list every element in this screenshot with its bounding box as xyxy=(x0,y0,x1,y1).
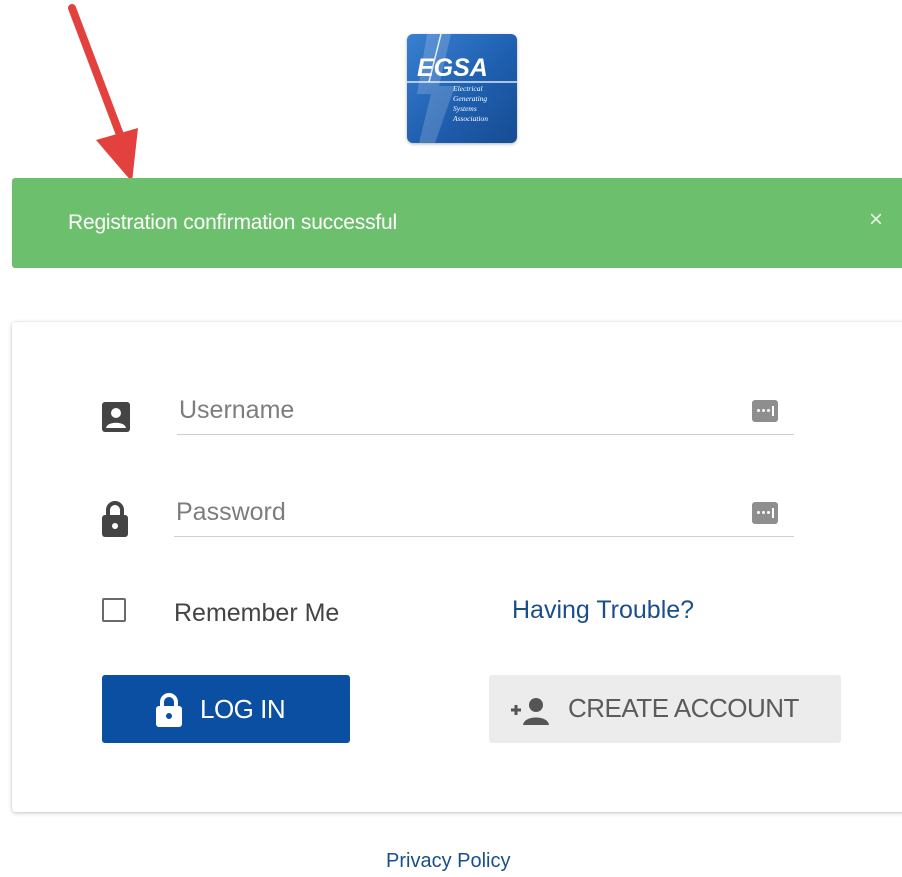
username-field[interactable] xyxy=(177,386,794,435)
logo-subtitle: Electrical Generating Systems Associatio… xyxy=(453,84,515,124)
logo-line: Generating xyxy=(453,94,488,103)
logo-line: Systems xyxy=(453,104,477,113)
success-alert: Registration confirmation successful × xyxy=(12,178,902,268)
logo-line: Association xyxy=(453,114,488,123)
remember-me-checkbox[interactable] xyxy=(102,598,126,622)
login-button[interactable]: LOG IN xyxy=(102,675,350,743)
password-key-icon[interactable] xyxy=(752,502,778,524)
lock-icon xyxy=(156,693,182,727)
create-account-button[interactable]: CREATE ACCOUNT xyxy=(489,675,841,743)
create-account-label: CREATE ACCOUNT xyxy=(568,693,799,723)
user-badge-icon xyxy=(102,402,130,432)
username-input[interactable] xyxy=(177,394,741,426)
having-trouble-link[interactable]: Having Trouble? xyxy=(512,596,694,625)
password-input[interactable] xyxy=(174,496,738,528)
logo-line: Electrical xyxy=(453,84,483,93)
lock-icon xyxy=(102,501,128,537)
add-person-icon xyxy=(511,698,549,725)
privacy-policy-link[interactable]: Privacy Policy xyxy=(386,850,510,873)
remember-me-label[interactable]: Remember Me xyxy=(174,599,339,628)
password-key-icon[interactable] xyxy=(752,400,778,422)
login-card: Remember Me Having Trouble? LOG IN CREAT… xyxy=(12,322,902,812)
logo-acronym: EGSA xyxy=(417,54,488,82)
close-icon[interactable]: × xyxy=(864,208,888,232)
annotation-arrow xyxy=(68,4,138,182)
login-button-label: LOG IN xyxy=(200,694,286,724)
egsa-logo: EGSA Electrical Generating Systems Assoc… xyxy=(407,34,517,143)
password-field[interactable] xyxy=(174,488,794,537)
alert-message: Registration confirmation successful xyxy=(68,211,397,234)
